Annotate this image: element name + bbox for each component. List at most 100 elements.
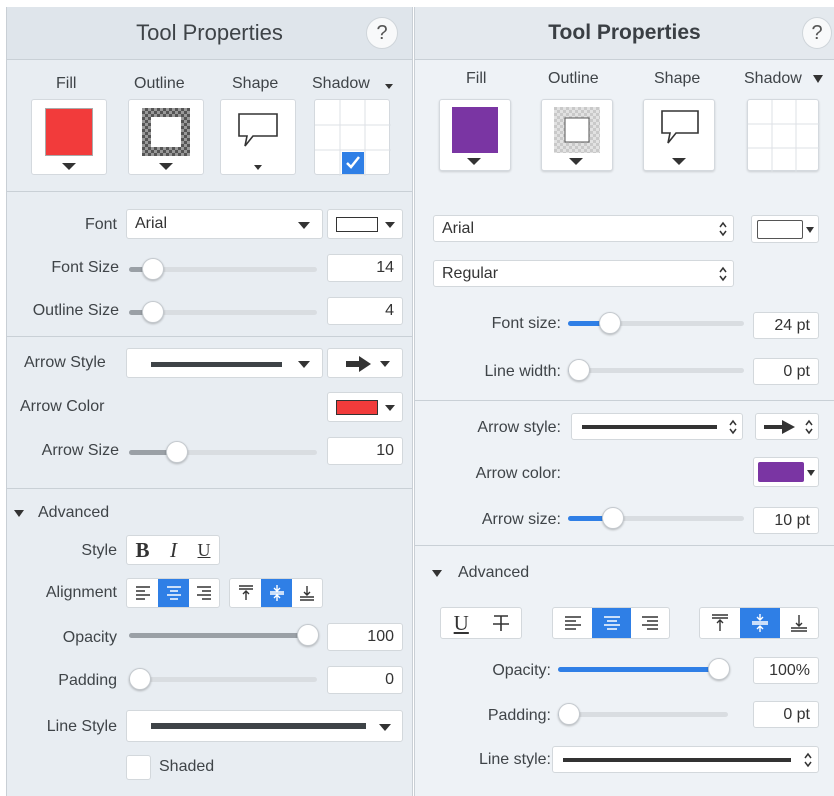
opacity-input[interactable]: 100% [753,657,819,684]
slider-knob[interactable] [297,624,319,646]
align-middle-button[interactable] [261,579,292,607]
align-middle-button[interactable] [740,608,780,638]
line-preview [151,362,282,367]
slider-knob[interactable] [165,441,188,463]
advanced-label[interactable]: Advanced [38,504,109,522]
outline-swatch-button[interactable] [541,99,613,171]
font-color-preview [757,220,803,239]
stepper-icon [719,266,727,282]
fill-label: Fill [56,75,77,92]
arrow-color-picker[interactable] [327,392,403,422]
arrow-size-label: Arrow size: [481,511,561,528]
line-preview [563,758,791,762]
slider-knob[interactable] [129,668,151,690]
align-top-button[interactable] [230,579,261,607]
arrow-style-label: Arrow Style [24,354,106,371]
align-center-button[interactable] [592,608,631,638]
align-left-button[interactable] [127,579,158,607]
advanced-label[interactable]: Advanced [458,564,529,582]
arrow-color-preview [336,400,378,415]
bold-button[interactable]: B [127,536,158,564]
align-left-button[interactable] [553,608,592,638]
arrow-head-select[interactable] [327,348,403,378]
line-style-select[interactable] [552,746,819,773]
font-size-label: Font size: [491,315,561,332]
shape-swatch-button[interactable] [220,99,296,175]
horizontal-alignment-group [126,578,220,608]
outline-label: Outline [548,70,599,87]
italic-button[interactable]: I [158,536,189,564]
arrow-color-picker[interactable] [753,457,819,487]
font-size-input[interactable]: 14 [327,254,403,282]
shadow-grid-button[interactable] [747,99,820,172]
align-right-button[interactable] [631,608,669,638]
padding-slider[interactable] [558,712,728,717]
opacity-input[interactable]: 100 [327,623,403,651]
arrow-head-select[interactable] [755,413,819,440]
disclosure-triangle-icon[interactable] [432,570,442,577]
underline-button[interactable]: U [441,608,482,638]
arrow-right-icon [346,356,371,372]
align-bottom-button[interactable] [292,579,322,607]
shaded-checkbox[interactable] [126,755,151,780]
line-width-slider[interactable] [568,368,744,373]
shape-swatch-button[interactable] [643,99,715,171]
align-right-button[interactable] [189,579,219,607]
font-value: Arial [442,220,475,237]
line-width-input[interactable]: 0 pt [753,358,819,385]
outline-label: Outline [134,75,185,92]
font-select[interactable]: Arial [126,209,323,239]
font-color-picker[interactable] [327,209,403,239]
chevron-down-icon [385,222,395,228]
underline-button[interactable]: U [189,536,219,564]
padding-slider[interactable] [129,677,317,682]
outline-swatch-button[interactable] [128,99,204,175]
line-style-select[interactable] [126,710,403,742]
arrow-size-input[interactable]: 10 pt [753,507,819,534]
chevron-down-icon [380,361,390,367]
align-right-icon [642,616,658,630]
help-icon[interactable]: ? [366,17,398,49]
align-top-icon [712,614,728,631]
chevron-down-icon [569,158,583,165]
left-panel-title: Tool Properties [136,20,283,45]
arrow-color-label: Arrow color: [475,465,561,482]
slider-knob[interactable] [602,507,625,529]
shadow-label[interactable]: Shadow [312,75,370,93]
shadow-grid-button[interactable] [314,99,391,176]
slider-knob[interactable] [558,703,580,725]
align-center-button[interactable] [158,579,189,607]
fill-swatch-button[interactable] [439,99,511,171]
line-preview [151,723,366,729]
font-size-label: Font Size [51,259,119,276]
right-tool-properties-panel: Tool Properties ? Fill Outline Shape Sha… [414,7,834,796]
slider-knob[interactable] [568,359,590,381]
font-color-picker[interactable] [751,215,819,243]
align-top-button[interactable] [700,608,740,638]
strikethrough-button[interactable] [482,608,522,638]
font-weight-select[interactable]: Regular [433,260,734,287]
font-size-input[interactable]: 24 pt [753,312,819,339]
disclosure-triangle-icon[interactable] [14,510,24,517]
arrow-style-select[interactable] [571,413,743,440]
alignment-label: Alignment [45,584,117,601]
slider-knob[interactable] [599,312,622,334]
align-bottom-button[interactable] [780,608,818,638]
slider-fill [129,633,307,638]
outline-size-input[interactable]: 4 [327,297,403,325]
slider-knob[interactable] [142,258,165,280]
slider-knob[interactable] [708,658,730,680]
help-icon[interactable]: ? [802,17,832,49]
fill-swatch-button[interactable] [31,99,107,175]
arrow-style-select[interactable] [126,348,323,378]
stepper-icon [729,419,737,435]
padding-input[interactable]: 0 [327,666,403,694]
font-select[interactable]: Arial [433,215,734,242]
chevron-down-icon [807,470,815,476]
chevron-down-icon [385,405,395,411]
shadow-label[interactable]: Shadow [744,70,802,88]
align-middle-icon [752,614,768,632]
arrow-size-input[interactable]: 10 [327,437,403,465]
slider-knob[interactable] [142,301,165,323]
padding-input[interactable]: 0 pt [753,701,819,728]
